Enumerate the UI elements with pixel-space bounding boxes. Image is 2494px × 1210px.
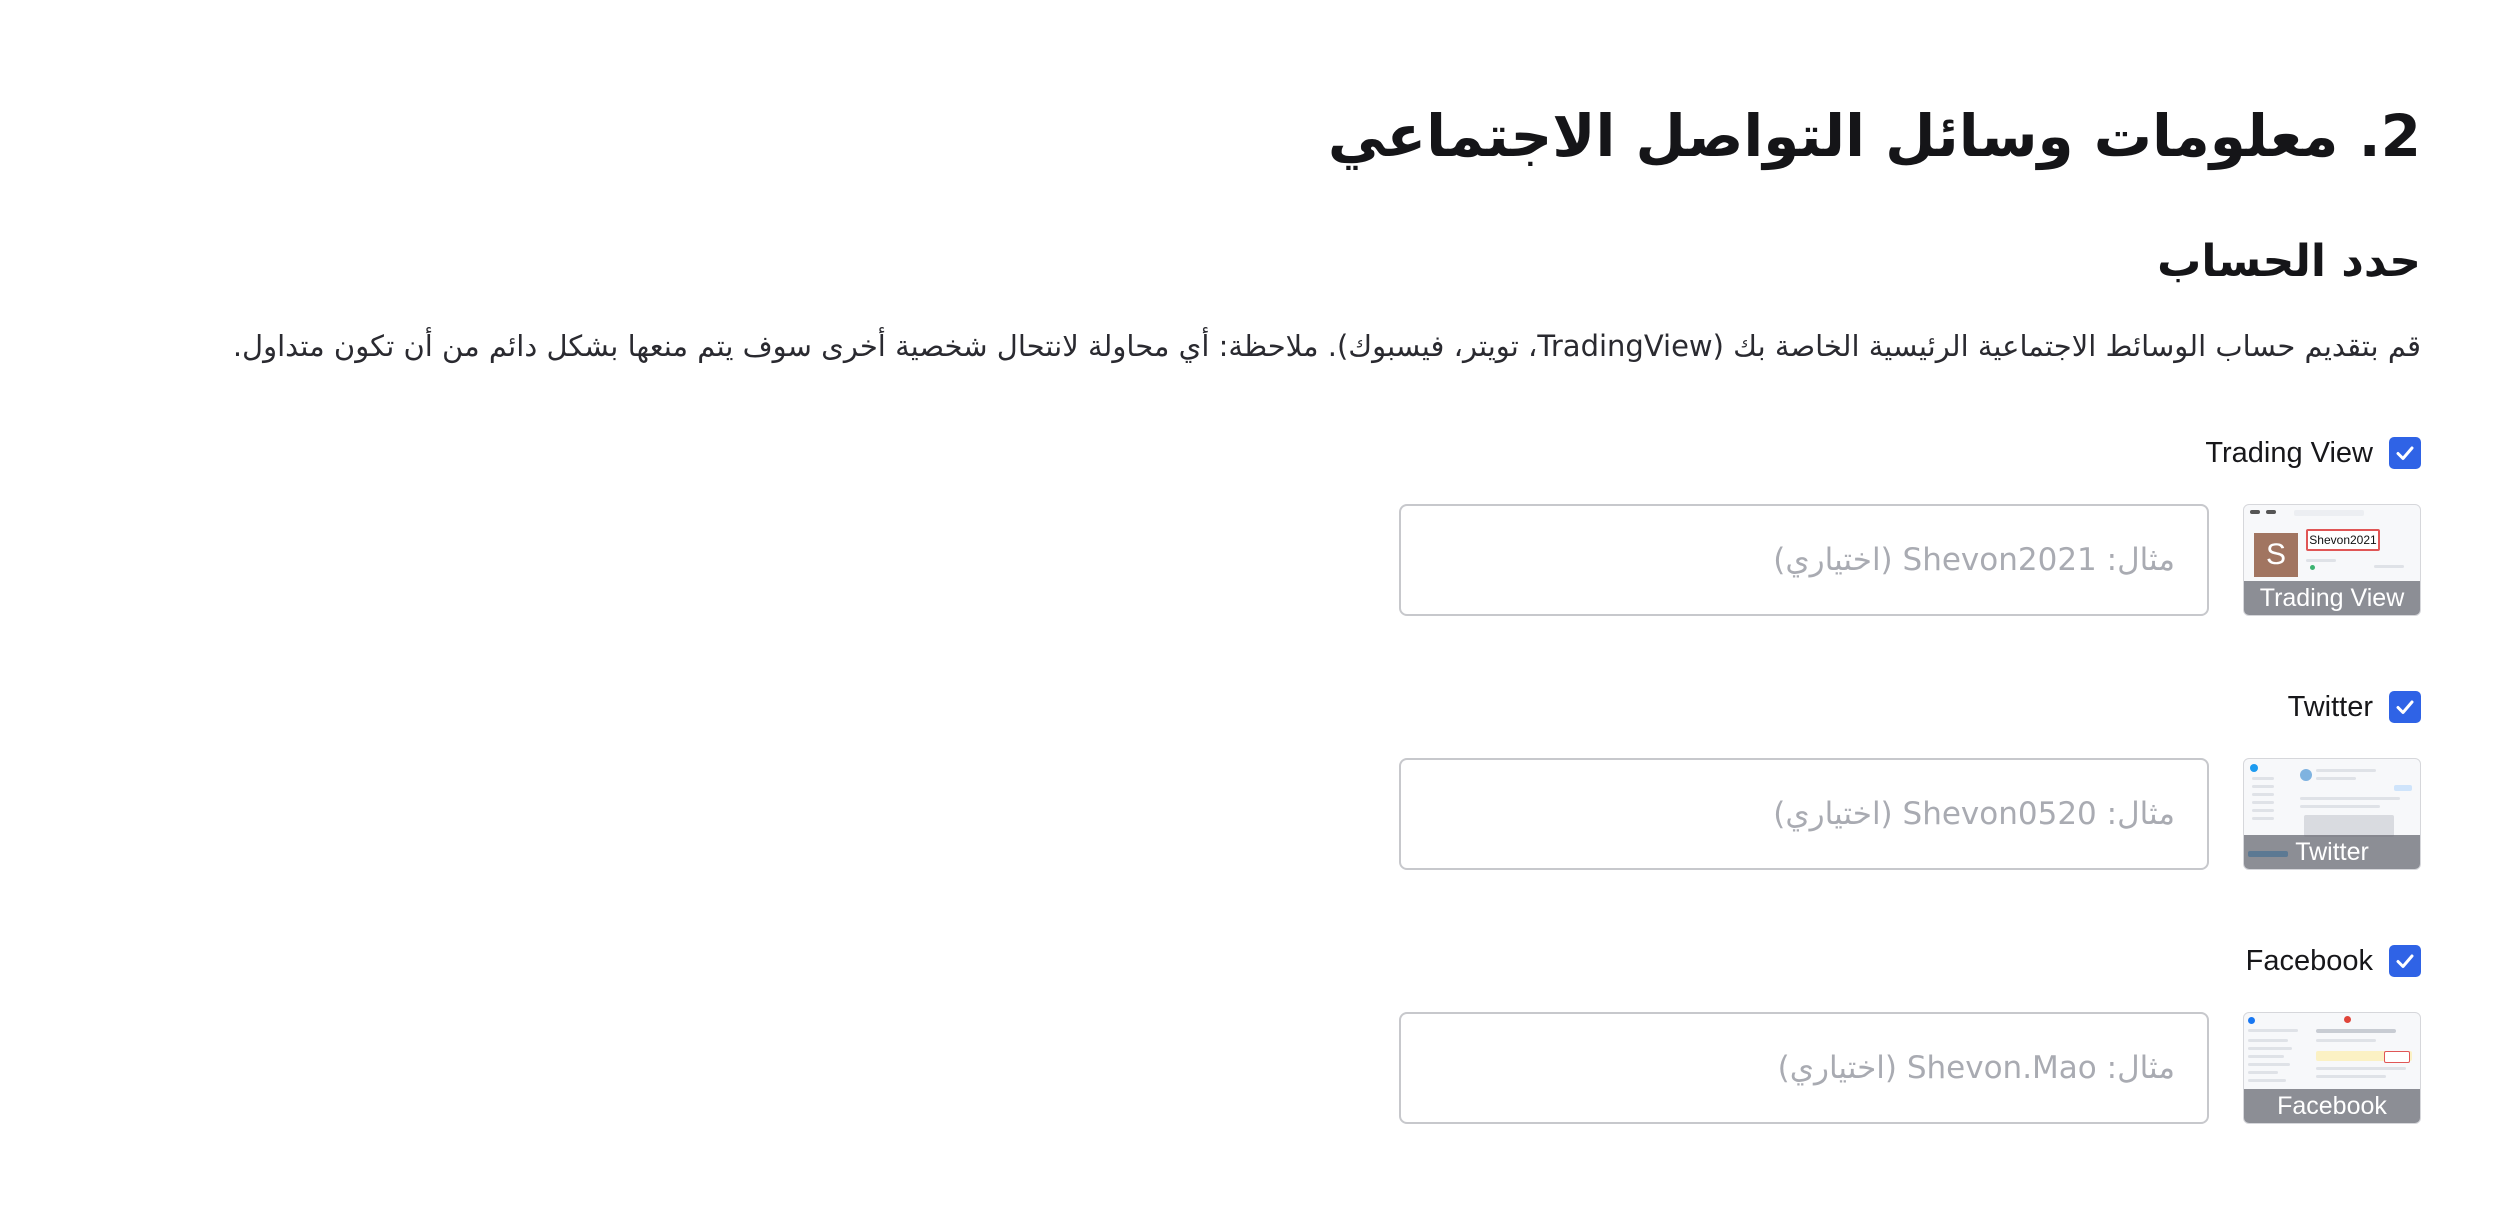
tradingview-thumbnail-caption: Trading View xyxy=(2244,581,2420,615)
thumb-decoration xyxy=(2316,1039,2376,1042)
thumb-username: Shevon2021 xyxy=(2306,529,2380,551)
thumb-decoration xyxy=(2300,797,2400,800)
twitter-label: Twitter xyxy=(2287,690,2373,723)
thumb-decoration xyxy=(2300,769,2312,781)
twitter-username-input[interactable] xyxy=(1399,758,2209,870)
section-title: 2. معلومات وسائل التواصل الاجتماعي xyxy=(1327,102,2421,170)
thumb-decoration xyxy=(2304,815,2394,837)
thumb-decoration xyxy=(2250,510,2260,514)
thumb-decoration xyxy=(2316,769,2376,772)
thumb-decoration xyxy=(2248,1039,2288,1042)
tradingview-label: Trading View xyxy=(2205,436,2373,469)
thumb-decoration xyxy=(2316,1067,2406,1070)
thumb-decoration xyxy=(2248,1055,2284,1058)
thumb-decoration xyxy=(2266,510,2276,514)
thumb-decoration xyxy=(2252,793,2274,796)
thumb-decoration xyxy=(2316,1075,2386,1078)
facebook-checkbox-label[interactable]: Facebook xyxy=(2246,942,2421,980)
thumb-decoration xyxy=(2252,817,2274,820)
thumb-decoration xyxy=(2248,1071,2278,1074)
twitter-example-thumbnail[interactable]: Twitter xyxy=(2243,758,2421,870)
platform-row-facebook: Facebook Facebook xyxy=(1361,942,2421,1170)
thumb-decoration xyxy=(2248,1047,2292,1050)
facebook-label: Facebook xyxy=(2245,944,2373,977)
platform-row-twitter: Twitter Twitter xyxy=(1361,688,2421,916)
thumb-decoration xyxy=(2310,565,2315,570)
thumb-decoration xyxy=(2248,1017,2255,1024)
thumb-decoration xyxy=(2394,785,2412,791)
thumb-decoration xyxy=(2248,1029,2298,1032)
subsection-title: حدد الحساب xyxy=(2157,236,2421,287)
subsection-description: قم بتقديم حساب الوسائط الاجتماعية الرئيس… xyxy=(232,329,2421,363)
thumb-avatar: S xyxy=(2254,533,2298,577)
twitter-checkbox-label[interactable]: Twitter xyxy=(2288,688,2421,726)
thumb-decoration xyxy=(2374,565,2404,568)
social-media-info-page: 2. معلومات وسائل التواصل الاجتماعي حدد ا… xyxy=(0,0,2494,1210)
thumb-decoration xyxy=(2252,777,2274,780)
thumb-decoration xyxy=(2344,1016,2351,1023)
facebook-example-thumbnail[interactable]: Facebook xyxy=(2243,1012,2421,1124)
thumb-decoration xyxy=(2300,805,2380,808)
platform-row-tradingview: Trading View S Shevon2021 Trading View xyxy=(1361,434,2421,662)
thumb-decoration xyxy=(2252,809,2274,812)
thumb-decoration xyxy=(2248,1063,2290,1066)
thumb-decoration xyxy=(2252,801,2274,804)
thumb-decoration xyxy=(2384,1051,2410,1063)
twitter-thumbnail-caption: Twitter xyxy=(2244,835,2420,869)
checkmark-icon xyxy=(2396,700,2414,714)
facebook-thumbnail-caption: Facebook xyxy=(2244,1089,2420,1123)
tradingview-checkbox[interactable] xyxy=(2389,437,2421,469)
facebook-checkbox[interactable] xyxy=(2389,945,2421,977)
thumb-decoration xyxy=(2316,1029,2396,1033)
thumb-decoration xyxy=(2248,1079,2286,1082)
tradingview-example-thumbnail[interactable]: S Shevon2021 Trading View xyxy=(2243,504,2421,616)
facebook-username-input[interactable] xyxy=(1399,1012,2209,1124)
tradingview-username-input[interactable] xyxy=(1399,504,2209,616)
thumb-decoration xyxy=(2294,510,2364,516)
thumb-decoration xyxy=(2250,764,2258,772)
checkmark-icon xyxy=(2396,954,2414,968)
twitter-checkbox[interactable] xyxy=(2389,691,2421,723)
checkmark-icon xyxy=(2396,446,2414,460)
thumb-decoration xyxy=(2306,559,2336,562)
tradingview-checkbox-label[interactable]: Trading View xyxy=(2205,434,2421,472)
thumb-decoration xyxy=(2252,785,2274,788)
thumb-decoration xyxy=(2316,777,2356,780)
